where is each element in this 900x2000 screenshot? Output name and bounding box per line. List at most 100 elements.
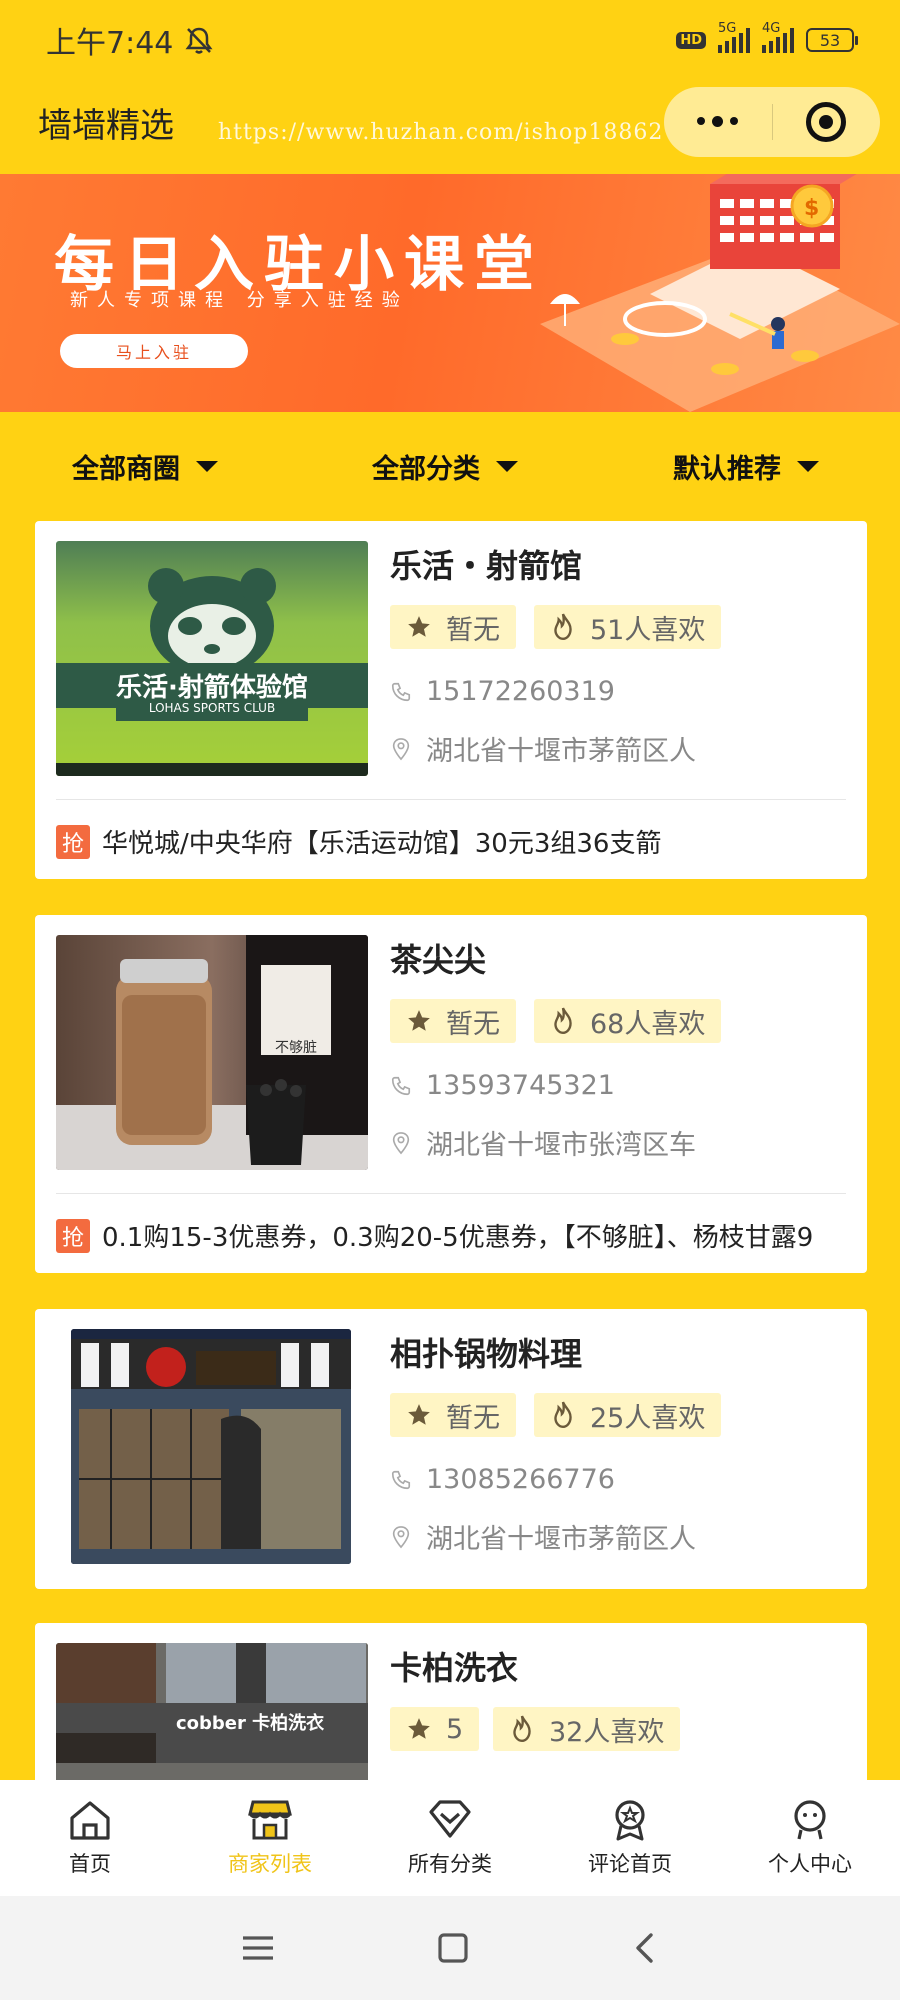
tab-categories[interactable]: 所有分类 — [360, 1780, 540, 1896]
merchant-thumbnail: 乐活·射箭体验馆 LOHAS SPORTS CLUB — [56, 541, 368, 776]
filter-sort[interactable]: 默认推荐 — [673, 447, 819, 486]
rating-value: 暂无 — [446, 614, 500, 646]
page-title: 墙墙精选 — [38, 106, 174, 146]
location-pin-icon — [392, 1525, 410, 1548]
phone-number: 15172260319 — [426, 676, 615, 707]
merchant-list[interactable]: 乐活·射箭体验馆 LOHAS SPORTS CLUB 乐活・射箭馆 暂无 51人… — [0, 502, 900, 1780]
battery-icon: 53 — [806, 28, 858, 52]
merchant-thumbnail: cobber 卡柏洗衣 — [56, 1643, 368, 1780]
merchant-card[interactable]: 不够脏 茶尖尖 暂无 68人喜欢 13593745321 湖北省十堰市张湾区车 … — [35, 915, 867, 1273]
merchant-address[interactable]: 湖北省十堰市茅箭区人 — [390, 729, 696, 768]
thumbnail-caption: 不够脏 — [275, 1040, 317, 1056]
bottom-tab-bar: 首页 商家列表 所有分类 评论首页 个人中心 — [0, 1780, 900, 1896]
phone-icon — [391, 1076, 411, 1095]
likes-count: 51人喜欢 — [590, 614, 706, 646]
phone-number: 13593745321 — [426, 1070, 615, 1101]
likes-count: 32人喜欢 — [549, 1716, 665, 1748]
dropdown-arrow-icon — [196, 460, 218, 472]
rating-tag: 5 — [390, 1707, 480, 1751]
rating-value: 暂无 — [446, 1402, 500, 1434]
svg-text:$: $ — [804, 196, 819, 221]
status-time: 上午7:44 — [46, 26, 174, 61]
merchant-card[interactable]: cobber 卡柏洗衣 卡柏洗衣 5 32人喜欢 — [35, 1623, 867, 1780]
merchant-address[interactable]: 湖北省十堰市张湾区车 — [390, 1123, 696, 1162]
filter-bar: 全部商圈 全部分类 默认推荐 — [0, 430, 900, 502]
menu-icon[interactable] — [240, 1933, 276, 1963]
promo-banner[interactable]: $ 每日入驻小课堂 新人专项课程 分享入驻经验 马上入驻 — [0, 174, 900, 412]
address-text: 湖北省十堰市茅箭区人 — [426, 1524, 696, 1555]
tab-merchant-list[interactable]: 商家列表 — [180, 1780, 360, 1896]
filter-label: 默认推荐 — [673, 453, 781, 485]
join-now-button[interactable]: 马上入驻 — [60, 334, 248, 368]
signal-5g-icon: 5G — [718, 21, 750, 53]
watermark: https://www.huzhan.com/ishop18862 — [218, 120, 664, 145]
merchant-address[interactable]: 湖北省十堰市茅箭区人 — [390, 1517, 696, 1556]
rating-tag: 暂无 — [390, 1393, 516, 1437]
merchant-phone[interactable]: 15172260319 — [390, 676, 615, 707]
address-text: 湖北省十堰市张湾区车 — [426, 1130, 696, 1161]
phone-number: 13085266776 — [426, 1464, 615, 1495]
tab-label: 所有分类 — [408, 1852, 492, 1876]
likes-count: 25人喜欢 — [590, 1402, 706, 1434]
tab-label: 商家列表 — [228, 1852, 312, 1876]
signal-4g-icon: 4G — [762, 21, 794, 53]
tab-label: 首页 — [69, 1852, 111, 1876]
banner-subtitle: 新人专项课程 分享入驻经验 — [70, 290, 409, 311]
address-text: 湖北省十堰市茅箭区人 — [426, 736, 696, 767]
merchant-thumbnail — [71, 1329, 351, 1564]
home-icon — [70, 1801, 110, 1840]
likes-tag: 32人喜欢 — [493, 1707, 681, 1751]
tab-profile[interactable]: 个人中心 — [720, 1780, 900, 1896]
filter-label: 全部商圈 — [72, 453, 180, 485]
promo-row[interactable]: 抢 0.1购15-3优惠券，0.3购20-5优惠券，【不够脏】、杨枝甘露9 — [56, 1217, 846, 1254]
category-icon — [429, 1800, 471, 1838]
tab-home[interactable]: 首页 — [0, 1780, 180, 1896]
location-pin-icon — [392, 1131, 410, 1154]
likes-tag: 25人喜欢 — [534, 1393, 722, 1437]
tab-label: 个人中心 — [768, 1852, 852, 1876]
tab-label: 评论首页 — [588, 1852, 672, 1876]
likes-count: 68人喜欢 — [590, 1008, 706, 1040]
rating-value: 5 — [446, 1713, 464, 1745]
banner-illustration: $ — [540, 174, 900, 412]
card-divider — [56, 1193, 846, 1194]
rating-tag: 暂无 — [390, 605, 516, 649]
filter-label: 全部分类 — [372, 453, 480, 485]
star-icon — [408, 1718, 430, 1739]
star-icon — [408, 1404, 430, 1425]
fire-icon — [554, 1401, 572, 1429]
filter-business-area[interactable]: 全部商圈 — [72, 447, 218, 486]
filter-category[interactable]: 全部分类 — [372, 447, 518, 486]
user-icon — [794, 1800, 826, 1840]
system-nav-bar — [0, 1896, 900, 2000]
merchant-name: 相扑锅物料理 — [390, 1335, 583, 1373]
more-icon[interactable] — [664, 115, 772, 127]
back-icon[interactable] — [630, 1931, 660, 1965]
promo-text: 0.1购15-3优惠券，0.3购20-5优惠券，【不够脏】、杨枝甘露9 — [102, 1223, 814, 1253]
grab-badge: 抢 — [56, 1218, 90, 1253]
merchant-phone[interactable]: 13593745321 — [390, 1070, 615, 1101]
badge-icon — [615, 1800, 645, 1841]
merchant-name: 茶尖尖 — [390, 941, 487, 979]
likes-tag: 68人喜欢 — [534, 999, 722, 1043]
home-square-icon[interactable] — [436, 1931, 470, 1965]
rating-tag: 暂无 — [390, 999, 516, 1043]
promo-row[interactable]: 抢 华悦城/中央华府【乐活运动馆】30元3组36支箭 — [56, 823, 846, 860]
dropdown-arrow-icon — [797, 460, 819, 472]
nav-bar: 墙墙精选 https://www.huzhan.com/ishop18862 — [0, 80, 900, 174]
likes-tag: 51人喜欢 — [534, 605, 722, 649]
phone-icon — [391, 682, 411, 701]
merchant-phone[interactable]: 13085266776 — [390, 1464, 615, 1495]
card-divider — [56, 799, 846, 800]
merchant-card[interactable]: 相扑锅物料理 暂无 25人喜欢 13085266776 湖北省十堰市茅箭区人 — [35, 1309, 867, 1589]
thumbnail-caption: cobber 卡柏洗衣 — [176, 1713, 325, 1734]
close-target-icon[interactable] — [773, 102, 881, 142]
store-icon — [248, 1800, 292, 1840]
tab-reviews[interactable]: 评论首页 — [540, 1780, 720, 1896]
location-pin-icon — [392, 737, 410, 760]
phone-icon — [391, 1470, 411, 1489]
merchant-thumbnail: 不够脏 — [56, 935, 368, 1170]
merchant-name: 乐活・射箭馆 — [390, 547, 583, 585]
restaurant-storefront-image — [71, 1329, 351, 1564]
merchant-card[interactable]: 乐活·射箭体验馆 LOHAS SPORTS CLUB 乐活・射箭馆 暂无 51人… — [35, 521, 867, 879]
